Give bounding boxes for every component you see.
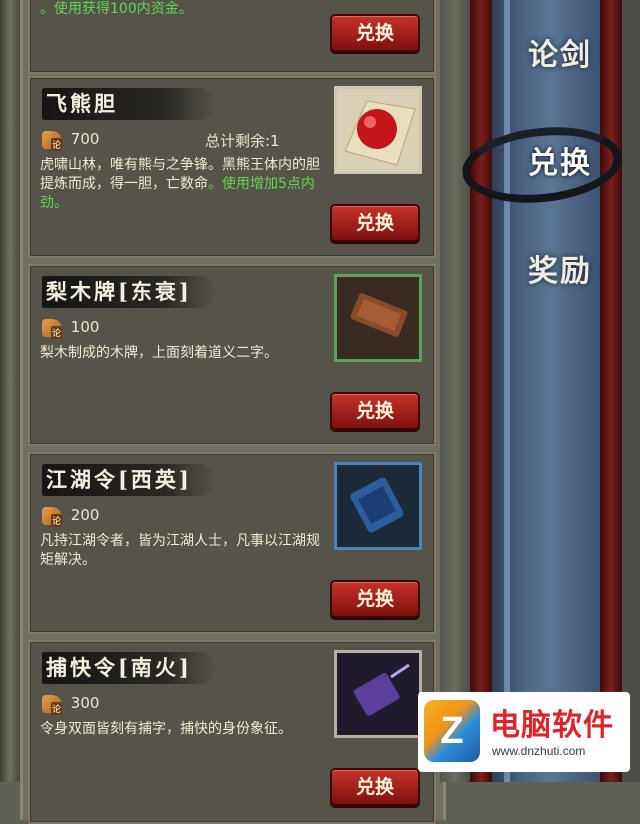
watermark-logo-icon: Z: [424, 700, 480, 762]
item-cost: 700: [70, 130, 100, 148]
list-item: 。使用获得100内资金。 兑换: [28, 0, 436, 74]
item-price: 论 300: [42, 694, 99, 716]
list-item: 捕快令[南火] 论 300 令身双面皆刻有捕字，捕快的身份象征。 兑换: [28, 640, 436, 824]
item-description: 虎啸山林，唯有熊与之争锋。黑熊王体内的胆提炼而成，得一胆，亡数命。使用增加5点内…: [40, 156, 328, 213]
item-price: 论 100: [42, 318, 99, 340]
right-sidebar: [470, 0, 640, 782]
item-description: 令身双面皆刻有捕字，捕快的身份象征。: [40, 720, 328, 739]
list-item: 江湖令[西英] 论 200 凡持江湖令者，皆为江湖人士，凡事以江湖规矩解决。 兑…: [28, 452, 436, 634]
purple-token-icon: [353, 663, 410, 716]
item-price: 论 200: [42, 506, 99, 528]
tab-lunjian[interactable]: 论剑: [500, 26, 620, 86]
item-lore: 凡持江湖令者，皆为江湖人士，凡事以江湖规矩解决。: [40, 533, 320, 568]
exchange-button[interactable]: 兑换: [330, 768, 420, 806]
item-description: 凡持江湖令者，皆为江湖人士，凡事以江湖规矩解决。: [40, 532, 328, 570]
watermark: Z 电脑软件 www.dnzhuti.com: [418, 692, 630, 772]
item-thumbnail[interactable]: [334, 650, 422, 738]
red-orb-icon: [344, 100, 416, 166]
watermark-title: 电脑软件: [490, 708, 614, 743]
item-name: 江湖令[西英]: [42, 464, 216, 496]
item-effect: 。使用获得100内资金。: [40, 1, 193, 17]
item-lore: 梨木制成的木牌，上面刻着道义二字。: [40, 345, 278, 361]
red-pillar-right: [600, 0, 622, 782]
item-cost: 300: [70, 694, 100, 712]
coin-icon: 论: [42, 694, 62, 715]
item-thumbnail[interactable]: [334, 274, 422, 362]
list-item: 梨木牌[东衰] 论 100 梨木制成的木牌，上面刻着道义二字。 兑换: [28, 264, 436, 446]
tab-rewards[interactable]: 奖励: [500, 242, 620, 302]
exchange-button[interactable]: 兑换: [330, 204, 420, 242]
wooden-tablet-icon: [350, 293, 408, 337]
tab-exchange[interactable]: 兑换: [500, 134, 620, 194]
list-item: 飞熊胆 论 700 总计剩余:1 虎啸山林，唯有熊与之争锋。黑熊王体内的胆提炼而…: [28, 76, 436, 258]
item-name: 梨木牌[东衰]: [42, 276, 216, 308]
sidebar-highlight: [504, 0, 510, 782]
exchange-button[interactable]: 兑换: [330, 392, 420, 430]
list-divider: [440, 0, 470, 782]
exchange-button[interactable]: 兑换: [330, 14, 420, 52]
watermark-url: www.dnzhuti.com: [492, 744, 586, 758]
item-name: 捕快令[南火]: [42, 652, 216, 684]
coin-icon: 论: [42, 506, 62, 527]
item-cost: 100: [70, 318, 100, 336]
item-name: 飞熊胆: [42, 88, 216, 120]
item-thumbnail[interactable]: [334, 462, 422, 550]
item-thumbnail[interactable]: [334, 86, 422, 174]
item-price: 论 700: [42, 130, 99, 152]
exchange-button[interactable]: 兑换: [330, 580, 420, 618]
item-description: 。使用获得100内资金。: [40, 0, 328, 20]
item-cost: 200: [70, 506, 100, 524]
coin-icon: 论: [42, 130, 62, 151]
coin-icon: 论: [42, 318, 62, 339]
blue-token-icon: [350, 477, 404, 533]
item-remaining: 总计剩余:1: [205, 132, 280, 150]
item-lore: 令身双面皆刻有捕字，捕快的身份象征。: [40, 721, 292, 737]
item-description: 梨木制成的木牌，上面刻着道义二字。: [40, 344, 328, 363]
red-pillar-left: [470, 0, 492, 782]
left-frame: [0, 0, 20, 782]
